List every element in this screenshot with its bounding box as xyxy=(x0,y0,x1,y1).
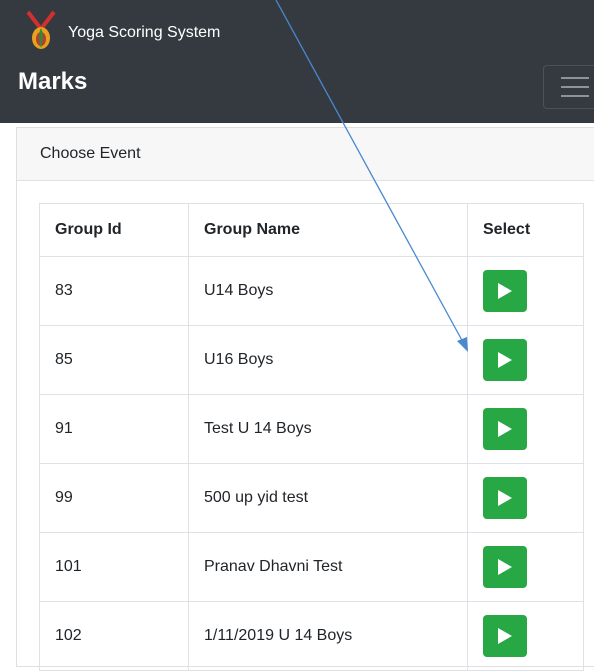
group-name-cell: U14 Boys xyxy=(188,256,468,326)
table-row: 101 Pranav Dhavni Test xyxy=(39,532,584,602)
select-cell xyxy=(467,463,584,533)
select-cell xyxy=(467,601,584,671)
menu-toggle-button[interactable] xyxy=(543,65,594,109)
select-button[interactable] xyxy=(483,408,527,450)
select-button[interactable] xyxy=(483,477,527,519)
select-cell xyxy=(467,394,584,464)
table-row: 102 1/11/2019 U 14 Boys xyxy=(39,601,584,671)
group-name-cell: Test U 14 Boys xyxy=(188,394,468,464)
group-name-cell: Pranav Dhavni Test xyxy=(188,532,468,602)
group-name-cell: 500 up yid test xyxy=(188,463,468,533)
table-row: 99 500 up yid test xyxy=(39,463,584,533)
card-header: Choose Event xyxy=(17,128,594,181)
navbar: Yoga Scoring System Marks xyxy=(0,0,594,123)
group-name-cell: 1/11/2019 U 14 Boys xyxy=(188,601,468,671)
select-button[interactable] xyxy=(483,339,527,381)
group-id-cell: 83 xyxy=(39,256,189,326)
table-row: 91 Test U 14 Boys xyxy=(39,394,584,464)
group-id-cell: 85 xyxy=(39,325,189,395)
table-row: 85 U16 Boys xyxy=(39,325,584,395)
column-header-select: Select xyxy=(467,203,584,257)
group-id-cell: 102 xyxy=(39,601,189,671)
select-button[interactable] xyxy=(483,270,527,312)
page-title: Marks xyxy=(18,68,88,95)
select-cell xyxy=(467,532,584,602)
table-header-row: Group Id Group Name Select xyxy=(39,203,584,257)
play-icon xyxy=(498,490,512,506)
card-header-label: Choose Event xyxy=(40,145,141,162)
play-icon xyxy=(498,421,512,437)
select-cell xyxy=(467,256,584,326)
column-header-group-name: Group Name xyxy=(188,203,468,257)
play-icon xyxy=(498,559,512,575)
app-title: Yoga Scoring System xyxy=(68,24,221,41)
group-id-cell: 101 xyxy=(39,532,189,602)
group-name-cell: U16 Boys xyxy=(188,325,468,395)
group-id-cell: 99 xyxy=(39,463,189,533)
group-id-cell: 91 xyxy=(39,394,189,464)
select-button[interactable] xyxy=(483,546,527,588)
play-icon xyxy=(498,283,512,299)
select-cell xyxy=(467,325,584,395)
yoga-logo-icon xyxy=(26,10,56,49)
play-icon xyxy=(498,628,512,644)
play-icon xyxy=(498,352,512,368)
group-table: Group Id Group Name Select 83 U14 Boys 8… xyxy=(39,203,584,671)
table-row: 83 U14 Boys xyxy=(39,256,584,326)
column-header-group-id: Group Id xyxy=(39,203,189,257)
select-button[interactable] xyxy=(483,615,527,657)
